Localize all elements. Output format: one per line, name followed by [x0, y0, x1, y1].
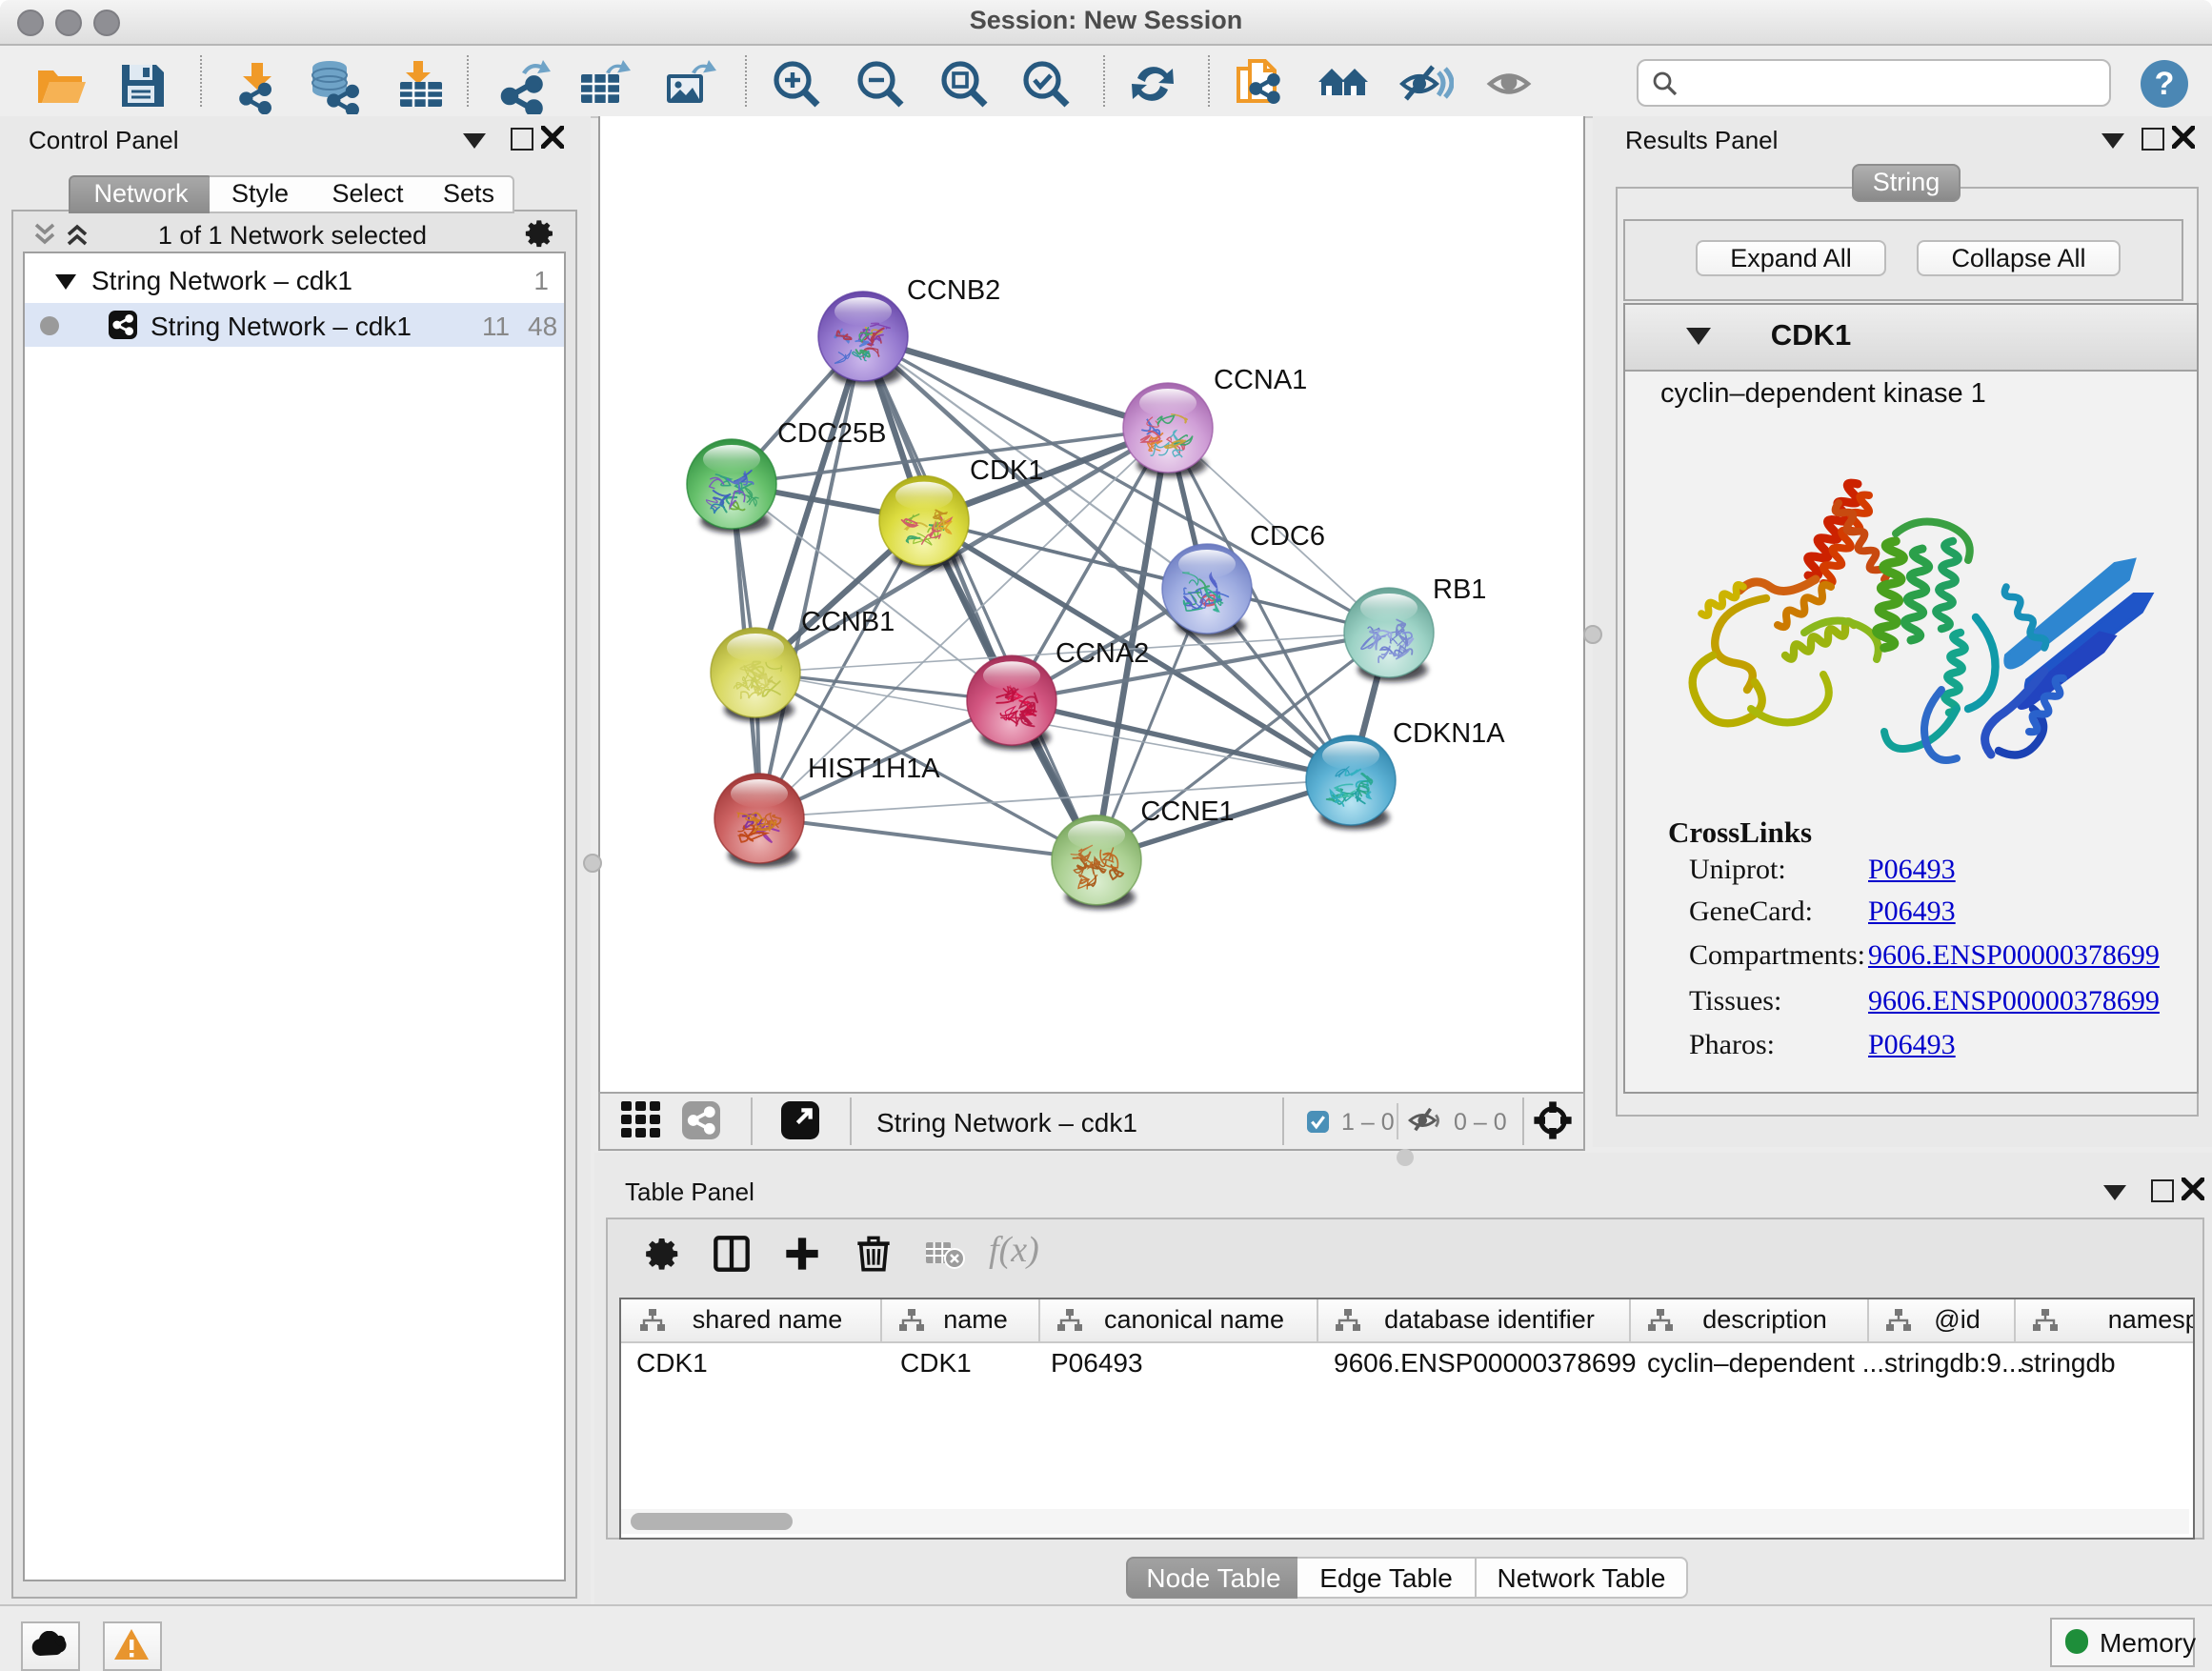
svg-text:CDKN1A: CDKN1A — [1393, 718, 1505, 749]
svg-text:CDC6: CDC6 — [1250, 521, 1325, 552]
svg-text:CCNB2: CCNB2 — [907, 275, 1000, 306]
svg-text:CCNE1: CCNE1 — [1140, 796, 1234, 827]
svg-text:CDC25B: CDC25B — [777, 418, 886, 449]
svg-text:?: ? — [2155, 66, 2175, 102]
svg-text:CDK1: CDK1 — [970, 455, 1043, 486]
svg-text:CCNA2: CCNA2 — [1056, 638, 1149, 669]
svg-text:HIST1H1A: HIST1H1A — [808, 754, 940, 784]
svg-text:RB1: RB1 — [1433, 574, 1486, 605]
svg-text:CCNB1: CCNB1 — [801, 607, 895, 637]
svg-text:CCNA1: CCNA1 — [1214, 365, 1307, 395]
